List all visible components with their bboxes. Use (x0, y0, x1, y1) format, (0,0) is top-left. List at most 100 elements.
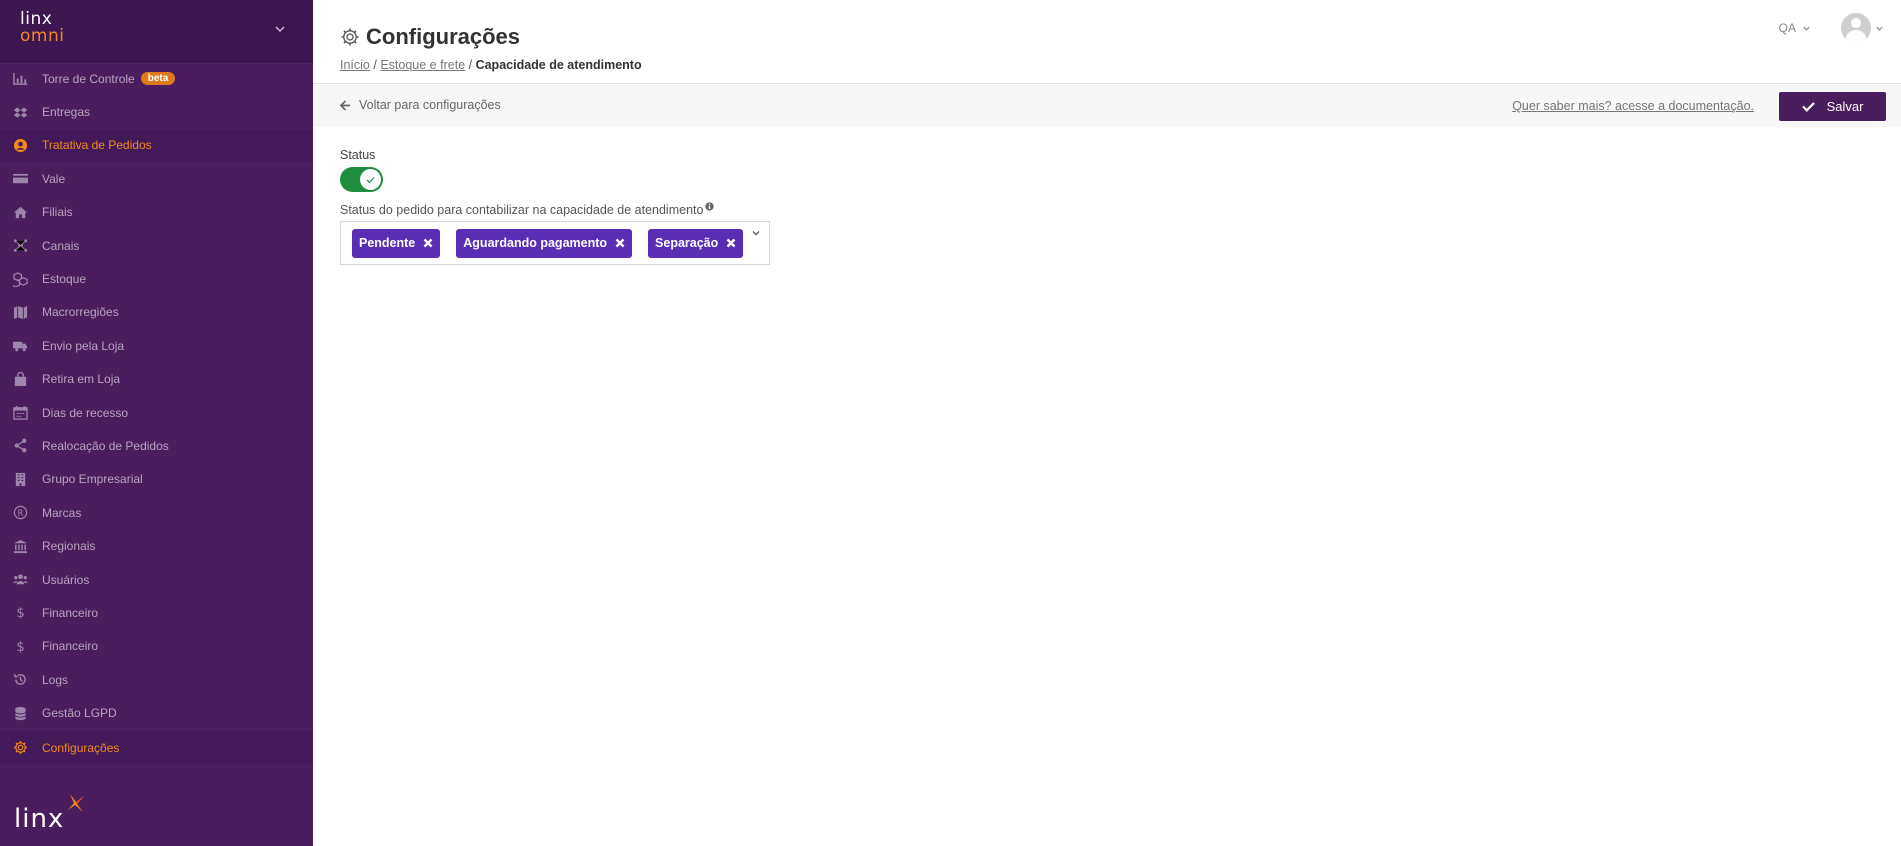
user-menu[interactable] (1841, 13, 1884, 43)
sidebar-nav: Torre de Controle beta Entregas Tratativ… (0, 62, 313, 765)
svg-text:R: R (17, 508, 23, 518)
status-toggle[interactable] (340, 167, 383, 192)
tag-label: Pendente (359, 236, 416, 250)
shopping-bag-icon (12, 371, 28, 387)
sidebar-item-label: Configurações (42, 740, 120, 755)
sidebar-item-dias-de-recesso[interactable]: Dias de recesso (0, 396, 313, 429)
breadcrumb-separator: / (468, 58, 473, 72)
sidebar-item-label: Realocação de Pedidos (42, 438, 169, 453)
save-button[interactable]: Salvar (1779, 92, 1886, 121)
order-status-multiselect[interactable]: Pendente Aguardando pagamento Separação (340, 221, 770, 265)
sidebar-item-financeiro[interactable]: $ Financeiro (0, 596, 313, 629)
linx-footer-logo: linx (14, 794, 84, 834)
sidebar-header: linx omni (0, 0, 313, 62)
dollar-icon: $ (12, 605, 28, 621)
chevron-down-icon[interactable] (751, 228, 761, 238)
map-icon (12, 304, 28, 320)
chevron-down-icon[interactable] (273, 22, 287, 36)
sidebar-item-label: Financeiro (42, 639, 99, 654)
back-to-settings-link[interactable]: Voltar para configurações (340, 98, 501, 112)
sidebar-item-label: Marcas (42, 505, 82, 520)
remove-tag-icon[interactable] (423, 238, 433, 248)
environment-dropdown[interactable]: QA (1779, 21, 1811, 35)
sidebar-item-envio-pela-loja[interactable]: Envio pela Loja (0, 329, 313, 362)
gear-icon (12, 740, 28, 756)
footer-logo-text: linx (14, 804, 65, 834)
sidebar-item-entregas[interactable]: Entregas (0, 95, 313, 128)
arrow-left-icon (340, 99, 351, 111)
breadcrumb-estoque-link[interactable]: Estoque e frete (380, 58, 465, 72)
sidebar-item-torre-de-controle[interactable]: Torre de Controle beta (0, 62, 313, 95)
breadcrumb: Início / Estoque e frete / Capacidade de… (340, 58, 642, 72)
sidebar-item-vale[interactable]: Vale (0, 162, 313, 195)
sidebar-item-label: Envio pela Loja (42, 338, 125, 353)
network-icon (12, 238, 28, 254)
sidebar-item-estoque[interactable]: Estoque (0, 262, 313, 295)
share-icon (12, 438, 28, 454)
sidebar-item-label: Usuários (42, 572, 90, 587)
sidebar-item-regionais[interactable]: Regionais (0, 529, 313, 562)
status-tag-pendente: Pendente (352, 228, 441, 258)
users-icon (12, 572, 28, 588)
action-bar: Voltar para configurações Quer saber mai… (313, 85, 1901, 127)
sidebar-item-usuarios[interactable]: Usuários (0, 563, 313, 596)
status-tag-aguardando-pagamento: Aguardando pagamento (456, 228, 633, 258)
sidebar-item-tratativa-de-pedidos[interactable]: Tratativa de Pedidos (0, 128, 313, 163)
sidebar-item-configuracoes[interactable]: Configurações (0, 730, 313, 765)
status-label: Status (340, 148, 376, 162)
sidebar-item-macrorregioes[interactable]: Macrorregiões (0, 296, 313, 329)
sidebar-item-filiais[interactable]: Filiais (0, 196, 313, 229)
sidebar-item-label: Filiais (42, 205, 73, 220)
database-icon (12, 705, 28, 721)
avatar (1841, 13, 1871, 43)
sidebar-item-label: Financeiro (42, 605, 99, 620)
tag-label: Aguardando pagamento (463, 236, 608, 250)
sidebar-item-gestao-lgpd[interactable]: Gestão LGPD (0, 696, 313, 729)
chevron-down-icon (1876, 26, 1883, 31)
title-group: Configurações (340, 24, 520, 50)
settings-form: Status Status do pedido para contabiliza… (340, 148, 770, 265)
sidebar-item-label: Macrorregiões (42, 305, 119, 320)
credit-card-icon (12, 171, 28, 187)
history-icon (12, 672, 28, 688)
sidebar-item-grupo-empresarial[interactable]: Grupo Empresarial (0, 463, 313, 496)
status-tag-separacao: Separação (648, 228, 744, 258)
check-icon (1801, 102, 1815, 112)
remove-tag-icon[interactable] (615, 238, 625, 248)
sidebar-item-logs[interactable]: Logs (0, 663, 313, 696)
breadcrumb-home-link[interactable]: Início (340, 58, 370, 72)
breadcrumb-separator: / (373, 58, 377, 72)
remove-tag-icon[interactable] (726, 238, 736, 248)
back-link-label: Voltar para configurações (359, 98, 501, 112)
sidebar-item-marcas[interactable]: R Marcas (0, 496, 313, 529)
footer-logo-wrap: linx (14, 794, 84, 834)
calendar-icon (12, 405, 28, 421)
sidebar-item-financeiro-2[interactable]: $ Financeiro (0, 630, 313, 663)
sidebar-item-realocacao-de-pedidos[interactable]: Realocação de Pedidos (0, 429, 313, 462)
sidebar-item-canais[interactable]: Canais (0, 229, 313, 262)
building-icon (12, 471, 28, 487)
truck-icon (12, 338, 28, 354)
gear-icon (341, 28, 359, 46)
save-button-label: Salvar (1826, 99, 1864, 114)
documentation-link[interactable]: Quer saber mais? acesse a documentação. (1512, 99, 1754, 113)
beta-badge: beta (140, 72, 176, 86)
sidebar-item-label: Gestão LGPD (42, 706, 117, 721)
linx-omni-logo[interactable]: linx omni (20, 11, 64, 45)
check-icon (366, 176, 375, 183)
tag-label: Separação (655, 236, 719, 250)
sidebar-item-label: Regionais (42, 539, 96, 554)
dollar-icon: $ (12, 638, 28, 654)
sidebar-item-retira-em-loja[interactable]: Retira em Loja (0, 363, 313, 396)
sidebar-item-label: Tratativa de Pedidos (42, 138, 152, 153)
sidebar-item-label: Retira em Loja (42, 372, 121, 387)
info-icon[interactable] (705, 202, 715, 211)
toggle-knob (360, 169, 381, 190)
logo-text-omni: omni (20, 26, 65, 46)
dropbox-icon (12, 104, 28, 120)
sidebar-item-label: Dias de recesso (42, 405, 129, 420)
sidebar-item-label: Grupo Empresarial (42, 472, 143, 487)
sidebar-item-label: Estoque (42, 272, 87, 287)
environment-label: QA (1778, 21, 1796, 35)
bar-chart-icon (12, 71, 28, 87)
